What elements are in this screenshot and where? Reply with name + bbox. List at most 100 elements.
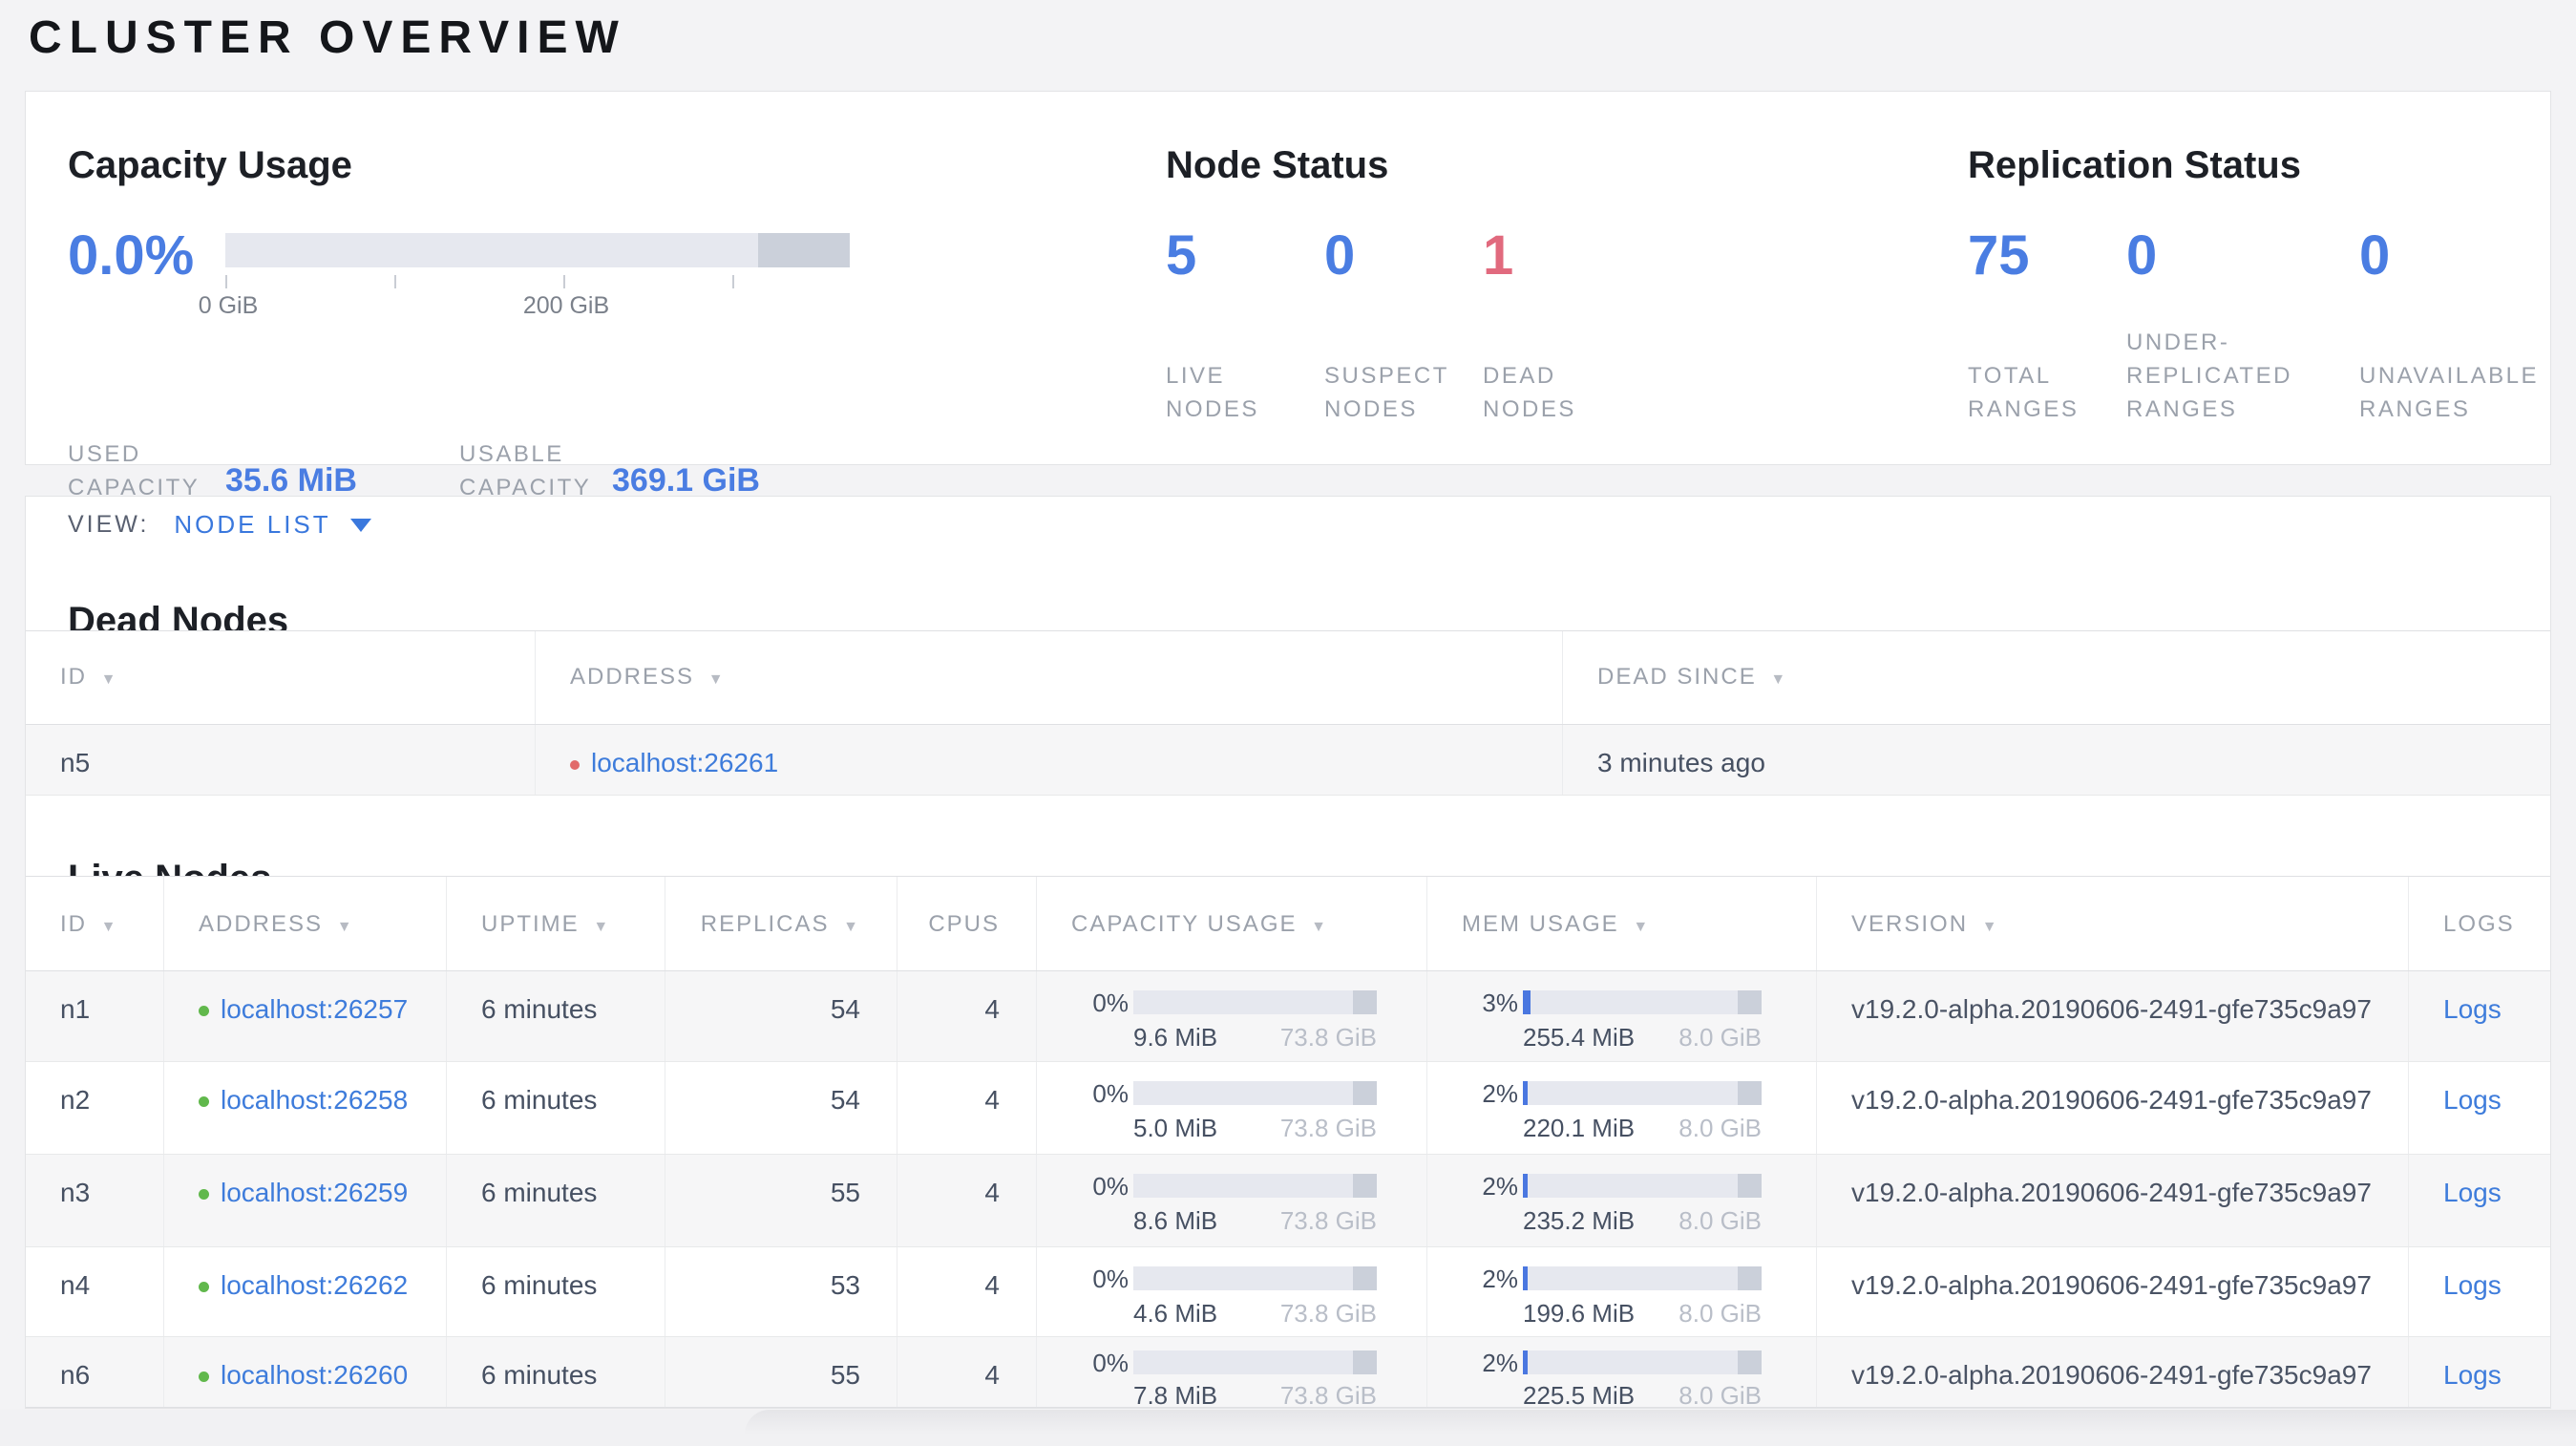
cpus-cell: 4 xyxy=(897,1062,1036,1154)
sort-arrow-icon: ▼ xyxy=(336,919,354,935)
column-header-uptime[interactable]: UPTIME ▼ xyxy=(446,877,665,970)
mem-used-value: 235.2 MiB xyxy=(1523,1206,1636,1235)
axis-tick xyxy=(394,275,396,288)
column-header-address[interactable]: ADDRESS ▼ xyxy=(163,877,446,970)
node-address-cell: localhost:26262 xyxy=(163,1247,446,1336)
axis-tick xyxy=(225,275,227,288)
node-address-link[interactable]: localhost:26258 xyxy=(221,1085,408,1115)
mem-percent: 2% xyxy=(1482,1265,1518,1293)
column-header-address[interactable]: ADDRESS ▼ xyxy=(535,631,1562,724)
node-id-cell: n3 xyxy=(60,1178,91,1207)
chevron-down-icon[interactable] xyxy=(349,518,371,532)
capacity-usage-cell: 0% 7.8 MiB 73.8 GiB xyxy=(1036,1337,1426,1407)
version-cell: v19.2.0-alpha.20190606-2491-gfe735c9a97 xyxy=(1816,1155,2408,1246)
cpus-cell: 4 xyxy=(897,1247,1036,1336)
node-address-link[interactable]: localhost:26261 xyxy=(591,748,778,777)
capacity-total-value: 73.8 GiB xyxy=(1279,1023,1377,1052)
logs-link[interactable]: Logs xyxy=(2443,1085,2502,1115)
mem-bar xyxy=(1523,990,1762,1014)
view-selector-bar: VIEW: NODE LIST xyxy=(25,496,2551,554)
live-nodes-table-header: ID ▼ ADDRESS ▼ UPTIME ▼ REPLICAS ▼ CPUS xyxy=(26,876,2550,971)
mem-bar-fill xyxy=(1523,1350,1528,1374)
used-capacity-label: USED CAPACITY xyxy=(68,441,201,500)
mem-total-value: 8.0 GiB xyxy=(1679,1381,1762,1408)
node-address-link[interactable]: localhost:26259 xyxy=(221,1178,408,1207)
column-header-mem-usage[interactable]: MEM USAGE ▼ xyxy=(1426,877,1816,970)
suspect-nodes-count: 0 xyxy=(1324,224,1356,287)
cpus-cell: 4 xyxy=(897,1155,1036,1246)
mem-bar-fill xyxy=(1523,1266,1528,1290)
uptime-cell: 6 minutes xyxy=(446,1062,665,1154)
mem-bar-other-segment xyxy=(1738,1174,1762,1198)
logs-cell: Logs xyxy=(2408,1337,2550,1407)
mem-bar-fill xyxy=(1523,1174,1528,1198)
version-cell: v19.2.0-alpha.20190606-2491-gfe735c9a97 xyxy=(1816,1337,2408,1407)
sort-arrow-icon: ▼ xyxy=(843,919,860,935)
capacity-total-value: 73.8 GiB xyxy=(1279,1299,1377,1328)
mem-used-value: 225.5 MiB xyxy=(1523,1381,1636,1408)
dead-nodes-table-header: ID ▼ ADDRESS ▼ DEAD SINCE ▼ xyxy=(26,630,2550,725)
capacity-percent: 0% xyxy=(1092,1265,1129,1293)
capacity-used-value: 9.6 MiB xyxy=(1133,1023,1218,1052)
logs-link[interactable]: Logs xyxy=(2443,1270,2502,1300)
mem-bar-fill xyxy=(1523,990,1531,1014)
capacity-bar-other-segment xyxy=(1352,1174,1377,1198)
mem-bar-other-segment xyxy=(1738,1350,1762,1374)
mem-bar-other-segment xyxy=(1738,990,1762,1014)
logs-cell: Logs xyxy=(2408,1247,2550,1336)
mem-bar xyxy=(1523,1266,1762,1290)
node-address-cell: localhost:26261 xyxy=(535,725,1562,795)
replicas-cell: 53 xyxy=(665,1247,897,1336)
axis-tick-label: 0 GiB xyxy=(198,292,259,319)
logs-link[interactable]: Logs xyxy=(2443,994,2502,1024)
column-header-cpus[interactable]: CPUS xyxy=(897,877,1036,970)
uptime-cell: 6 minutes xyxy=(446,1337,665,1407)
node-address-link[interactable]: localhost:26262 xyxy=(221,1270,408,1300)
mem-percent: 2% xyxy=(1482,1172,1518,1201)
mem-percent: 2% xyxy=(1482,1079,1518,1108)
usable-capacity-value: 369.1 GiB xyxy=(612,462,760,499)
capacity-used-value: 7.8 MiB xyxy=(1133,1381,1218,1408)
cpus-cell: 4 xyxy=(897,971,1036,1061)
version-cell: v19.2.0-alpha.20190606-2491-gfe735c9a97 xyxy=(1816,1062,2408,1154)
dead-node-row: n5 localhost:26261 3 minutes ago xyxy=(26,725,2550,796)
column-header-capacity-usage[interactable]: CAPACITY USAGE ▼ xyxy=(1036,877,1426,970)
column-header-version[interactable]: VERSION ▼ xyxy=(1816,877,2408,970)
sort-arrow-icon: ▼ xyxy=(1633,919,1651,935)
logs-cell: Logs xyxy=(2408,1062,2550,1154)
capacity-bar xyxy=(1133,1081,1377,1105)
sort-arrow-icon: ▼ xyxy=(1770,671,1788,688)
mem-bar xyxy=(1523,1350,1762,1374)
mem-bar xyxy=(1523,1174,1762,1198)
column-header-id[interactable]: ID ▼ xyxy=(26,631,535,724)
column-header-dead-since[interactable]: DEAD SINCE ▼ xyxy=(1562,631,2550,724)
capacity-bar-other-segment xyxy=(1352,990,1377,1014)
node-address-link[interactable]: localhost:26260 xyxy=(221,1360,408,1390)
unavailable-ranges-count: 0 xyxy=(2359,224,2391,287)
live-status-icon xyxy=(199,1096,209,1107)
capacity-usage-cell: 0% 8.6 MiB 73.8 GiB xyxy=(1036,1155,1426,1246)
logs-cell: Logs xyxy=(2408,1155,2550,1246)
column-header-id[interactable]: ID ▼ xyxy=(26,877,163,970)
sort-arrow-icon: ▼ xyxy=(1311,919,1329,935)
dead-nodes-count: 1 xyxy=(1483,224,1514,287)
column-header-replicas[interactable]: REPLICAS ▼ xyxy=(665,877,897,970)
node-address-link[interactable]: localhost:26257 xyxy=(221,994,408,1024)
mem-bar xyxy=(1523,1081,1762,1105)
view-dropdown[interactable]: NODE LIST xyxy=(174,510,330,540)
uptime-cell: 6 minutes xyxy=(446,1155,665,1246)
logs-link[interactable]: Logs xyxy=(2443,1360,2502,1390)
total-ranges-count: 75 xyxy=(1968,224,2030,287)
node-address-cell: localhost:26259 xyxy=(163,1155,446,1246)
logs-link[interactable]: Logs xyxy=(2443,1178,2502,1207)
capacity-percent: 0% xyxy=(1092,989,1129,1017)
mem-total-value: 8.0 GiB xyxy=(1679,1206,1762,1235)
capacity-usage-bar xyxy=(225,233,850,267)
replication-status-heading: Replication Status xyxy=(1968,144,2301,187)
under-replicated-ranges-label: UNDER-REPLICATED RANGES xyxy=(2126,330,2292,422)
logs-cell: Logs xyxy=(2408,971,2550,1061)
mem-usage-cell: 2% 199.6 MiB 8.0 GiB xyxy=(1426,1247,1816,1336)
sort-arrow-icon: ▼ xyxy=(707,671,726,688)
live-nodes-count: 5 xyxy=(1166,224,1197,287)
node-address-cell: localhost:26260 xyxy=(163,1337,446,1407)
